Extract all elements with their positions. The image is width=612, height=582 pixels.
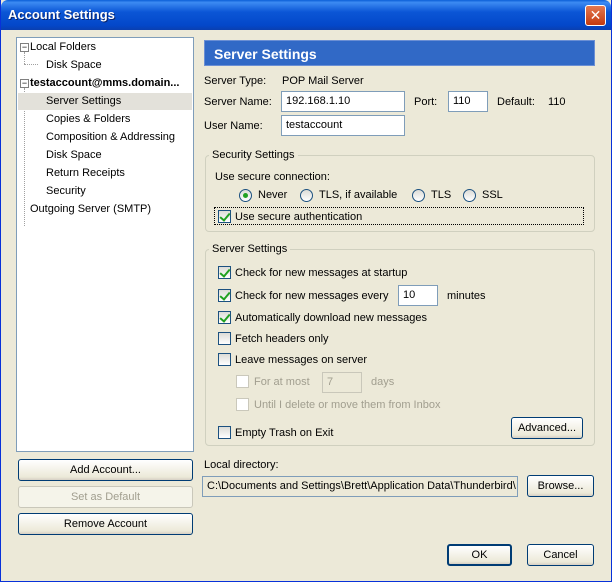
server-name-label: Server Name: — [204, 96, 272, 108]
local-directory-label: Local directory: — [204, 459, 279, 471]
radio-selected-dot — [243, 193, 248, 198]
title-bar[interactable]: Account Settings ✕ — [1, 0, 611, 30]
set-as-default-button[interactable]: Set as Default — [18, 486, 193, 508]
port-label: Port: — [414, 96, 438, 108]
panel-header: Server Settings — [204, 40, 595, 66]
tree-item-local-disk-space[interactable]: Disk Space — [46, 57, 102, 74]
empty-trash-label[interactable]: Empty Trash on Exit — [235, 427, 333, 439]
user-name-input[interactable]: testaccount — [281, 115, 405, 136]
default-port-value: 110 — [548, 96, 566, 108]
fetch-headers-label[interactable]: Fetch headers only — [235, 333, 329, 345]
radio-never[interactable] — [239, 189, 252, 202]
tree-item-security[interactable]: Security — [46, 183, 86, 200]
use-secure-connection-label: Use secure connection: — [215, 171, 330, 183]
leave-messages-label[interactable]: Leave messages on server — [235, 354, 367, 366]
for-at-most-days-input[interactable]: 7 — [322, 372, 362, 393]
server-type-label: Server Type: — [204, 75, 267, 87]
check-startup-checkbox[interactable] — [218, 266, 231, 279]
server-name-input[interactable]: 192.168.1.10 — [281, 91, 405, 112]
close-button[interactable]: ✕ — [585, 5, 606, 26]
cancel-button[interactable]: Cancel — [527, 544, 594, 566]
check-every-minutes-input[interactable]: 10 — [398, 285, 438, 306]
until-delete-checkbox[interactable] — [236, 398, 249, 411]
auto-download-label[interactable]: Automatically download new messages — [235, 312, 427, 324]
secure-authentication-label[interactable]: Use secure authentication — [235, 211, 362, 223]
checkmark-icon — [219, 266, 231, 278]
advanced-label: Advanced... — [517, 422, 577, 434]
radio-ssl-label[interactable]: SSL — [482, 189, 503, 201]
ok-button[interactable]: OK — [447, 544, 512, 566]
auto-download-checkbox[interactable] — [218, 311, 231, 324]
checkmark-icon — [219, 210, 231, 222]
tree-line — [24, 64, 38, 65]
tree-item-composition-addressing[interactable]: Composition & Addressing — [46, 129, 175, 146]
local-directory-input[interactable]: C:\Documents and Settings\Brett\Applicat… — [202, 476, 518, 497]
for-at-most-checkbox[interactable] — [236, 375, 249, 388]
radio-tls-label[interactable]: TLS — [431, 189, 451, 201]
radio-tls[interactable] — [412, 189, 425, 202]
radio-tls-if-available-label[interactable]: TLS, if available — [319, 189, 397, 201]
tree-item-server-settings[interactable]: Server Settings — [18, 93, 192, 110]
tree-line — [24, 52, 25, 64]
close-icon: ✕ — [589, 7, 602, 23]
port-input[interactable]: 110 — [448, 91, 488, 112]
checkmark-icon — [219, 311, 231, 323]
remove-account-button[interactable]: Remove Account — [18, 513, 193, 535]
leave-messages-checkbox[interactable] — [218, 353, 231, 366]
check-every-label[interactable]: Check for new messages every — [235, 290, 388, 302]
add-account-label: Add Account... — [70, 464, 141, 476]
minutes-label: minutes — [447, 290, 486, 302]
browse-button[interactable]: Browse... — [527, 475, 594, 497]
days-label: days — [371, 376, 395, 388]
security-settings-title: Security Settings — [209, 149, 298, 161]
browse-label: Browse... — [537, 480, 584, 492]
tree-item-testaccount[interactable]: testaccount@mms.domain... — [30, 75, 179, 92]
tree-item-copies-folders[interactable]: Copies & Folders — [46, 111, 130, 128]
fetch-headers-checkbox[interactable] — [218, 332, 231, 345]
remove-account-label: Remove Account — [63, 518, 148, 530]
check-startup-label[interactable]: Check for new messages at startup — [235, 267, 407, 279]
cancel-label: Cancel — [543, 549, 578, 561]
secure-authentication-checkbox[interactable] — [218, 210, 231, 223]
radio-tls-if-available[interactable] — [300, 189, 313, 202]
server-settings-title: Server Settings — [209, 243, 291, 255]
collapse-icon[interactable]: − — [20, 43, 29, 52]
tree-item-local-folders[interactable]: Local Folders — [30, 39, 96, 56]
for-at-most-label: For at most — [254, 376, 310, 388]
radio-never-label[interactable]: Never — [258, 189, 287, 201]
advanced-button[interactable]: Advanced... — [511, 417, 583, 439]
default-port-label: Default: — [497, 96, 535, 108]
tree-item-return-receipts[interactable]: Return Receipts — [46, 165, 125, 182]
window-title: Account Settings — [8, 7, 115, 22]
empty-trash-checkbox[interactable] — [218, 426, 231, 439]
add-account-button[interactable]: Add Account... — [18, 459, 193, 481]
account-tree[interactable]: − Local Folders Disk Space − testaccount… — [16, 37, 194, 452]
tree-item-outgoing-server[interactable]: Outgoing Server (SMTP) — [30, 201, 151, 218]
ok-label: OK — [471, 549, 488, 561]
collapse-icon[interactable]: − — [20, 79, 29, 88]
until-delete-label: Until I delete or move them from Inbox — [254, 399, 441, 411]
tree-item-disk-space[interactable]: Disk Space — [46, 147, 102, 164]
check-every-checkbox[interactable] — [218, 289, 231, 302]
server-type-value: POP Mail Server — [282, 75, 364, 87]
user-name-label: User Name: — [204, 120, 263, 132]
account-settings-window: Account Settings ✕ − Local Folders Disk … — [0, 0, 612, 582]
set-as-default-label: Set as Default — [70, 491, 141, 503]
radio-ssl[interactable] — [463, 189, 476, 202]
checkmark-icon — [219, 289, 231, 301]
